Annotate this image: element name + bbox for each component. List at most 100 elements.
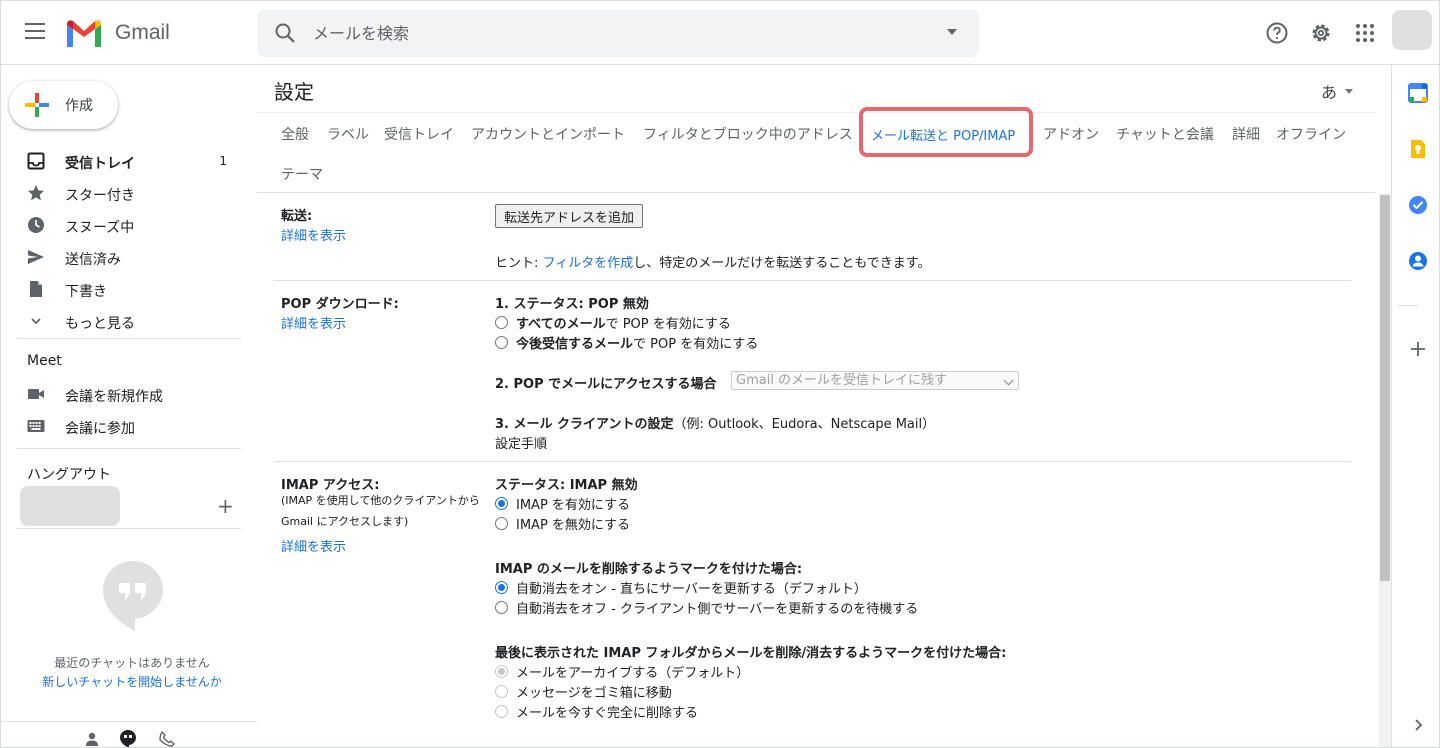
sidebar-item-sent[interactable]: 送信済み — [1, 241, 241, 273]
expunge-off-label[interactable]: 自動消去をオフ - クライアント側でサーバーを更新するのを待機する — [516, 598, 918, 617]
divider — [1398, 305, 1418, 306]
settings-gear-icon[interactable] — [1305, 17, 1337, 49]
divider — [274, 461, 1351, 462]
chat-bubble-icon[interactable] — [120, 730, 136, 748]
add-forwarding-address-button[interactable]: 転送先アドレスを追加 — [495, 204, 644, 228]
tab-addons[interactable]: アドオン — [1043, 124, 1099, 144]
tab-advanced[interactable]: 詳細 — [1232, 124, 1260, 144]
pop-opt1-bold: すべてのメール — [516, 317, 606, 332]
sidebar-item-snoozed[interactable]: スヌーズ中 — [1, 209, 241, 241]
tab-forwarding-pop-imap[interactable]: メール転送と POP/IMAP — [871, 125, 1015, 144]
chevron-down-icon — [1003, 375, 1014, 386]
pop-new-mail-radio[interactable] — [495, 336, 508, 349]
imap-last-folder-title: 最後に表示された IMAP フォルダからメールを削除/消去するようマークを付けた… — [495, 646, 1007, 661]
search-input[interactable] — [313, 21, 873, 45]
person-icon[interactable] — [85, 732, 99, 746]
gmail-logo[interactable]: Gmail — [65, 17, 170, 49]
delete-forever-label[interactable]: メールを今すぐ完全に削除する — [516, 702, 698, 721]
left-sidebar: 作成 受信トレイ 1 スター付き スヌーズ中 送信済み 下書き もっと見る Me — [1, 65, 257, 748]
calendar-icon[interactable] — [1408, 83, 1428, 103]
expunge-on-label[interactable]: 自動消去をオン - 直ちにサーバーを更新する（デフォルト） — [516, 578, 867, 597]
divider — [257, 112, 1375, 113]
imap-enable-radio[interactable] — [495, 497, 508, 510]
gmail-window: Gmail 作成 — [0, 0, 1440, 748]
tab-general[interactable]: 全般 — [281, 124, 309, 144]
archive-label[interactable]: メールをアーカイブする（デフォルト） — [516, 662, 749, 681]
chevron-right-icon[interactable] — [1408, 715, 1428, 735]
contacts-icon[interactable] — [1408, 251, 1428, 271]
pop-opt2-rest: で POP を有効にする — [633, 337, 759, 352]
no-recent-chats: 最近のチャットはありません — [54, 656, 210, 670]
divider — [17, 448, 241, 449]
delete-forever-radio[interactable] — [495, 705, 508, 718]
meet-join[interactable]: 会議に参加 — [1, 410, 241, 442]
start-chat-link[interactable]: 新しいチャットを開始しませんか — [1, 673, 263, 690]
gmail-m-icon — [67, 20, 101, 47]
sidebar-item-label: 会議を新規作成 — [65, 389, 163, 405]
phone-icon[interactable] — [159, 731, 175, 747]
divider — [17, 338, 241, 339]
tab-inbox[interactable]: 受信トレイ — [384, 124, 454, 144]
search-bar[interactable] — [257, 9, 979, 57]
hint-suffix: し、特定のメールだけを転送することもできます。 — [633, 256, 931, 271]
settings-content: 転送: 詳細を表示 転送先アドレスを追加 ヒント: フィルタを作成し、特定のメー… — [257, 193, 1375, 747]
tab-themes[interactable]: テーマ — [281, 164, 323, 184]
draft-file-icon — [30, 281, 42, 297]
hangouts-user-pill[interactable] — [20, 486, 120, 526]
help-icon[interactable] — [1261, 17, 1293, 49]
add-addon-icon[interactable] — [1408, 339, 1428, 359]
archive-radio[interactable] — [495, 665, 508, 678]
clock-icon — [28, 217, 44, 233]
hint-prefix: ヒント: — [495, 256, 543, 271]
forwarding-details-link[interactable]: 詳細を表示 — [281, 225, 346, 244]
sidebar-item-starred[interactable]: スター付き — [1, 177, 241, 209]
forwarding-hint: ヒント: フィルタを作成し、特定のメールだけを転送することもできます。 — [495, 252, 930, 271]
account-avatar[interactable] — [1392, 10, 1432, 50]
compose-button[interactable]: 作成 — [9, 81, 118, 129]
sidebar-item-drafts[interactable]: 下書き — [1, 273, 241, 305]
scrollbar-thumb[interactable] — [1380, 195, 1390, 581]
divider — [274, 280, 1351, 281]
sidebar-item-more[interactable]: もっと見る — [1, 305, 241, 337]
tab-accounts-import[interactable]: アカウントとインポート — [471, 124, 625, 144]
sidebar-item-label: 受信トレイ — [65, 156, 135, 172]
add-chat-icon[interactable]: + — [217, 496, 234, 516]
compose-label: 作成 — [65, 98, 93, 114]
tab-labels[interactable]: ラベル — [327, 124, 369, 144]
sidebar-item-label: 送信済み — [65, 252, 121, 268]
search-options-icon[interactable] — [947, 29, 957, 35]
expunge-off-radio[interactable] — [495, 601, 508, 614]
sidebar-item-inbox[interactable]: 受信トレイ 1 — [1, 145, 241, 177]
divider — [17, 528, 241, 529]
pop-opt1-rest: で POP を有効にする — [605, 317, 731, 332]
tab-chat-meet[interactable]: チャットと会議 — [1116, 124, 1214, 144]
apps-grid-icon[interactable] — [1349, 17, 1381, 49]
keep-icon[interactable] — [1408, 139, 1428, 159]
tasks-icon[interactable] — [1408, 195, 1428, 215]
tab-offline[interactable]: オフライン — [1276, 124, 1346, 144]
tab-filters-blocked[interactable]: フィルタとブロック中のアドレス — [643, 124, 853, 144]
main-menu-icon[interactable] — [25, 23, 47, 43]
input-language-button[interactable]: あ — [1321, 79, 1354, 103]
send-icon — [28, 250, 44, 264]
pop-all-mail-radio[interactable] — [495, 316, 508, 329]
pop-all-mail-label[interactable]: すべてのメールで POP を有効にする — [516, 313, 731, 332]
imap-delete-title: IMAP のメールを削除するようマークを付けた場合: — [495, 562, 803, 577]
imap-disable-label[interactable]: IMAP を無効にする — [516, 514, 630, 533]
language-label: あ — [1321, 83, 1338, 102]
imap-enable-label[interactable]: IMAP を有効にする — [516, 494, 630, 513]
pop-new-mail-label[interactable]: 今後受信するメールで POP を有効にする — [516, 333, 758, 352]
expunge-on-radio[interactable] — [495, 581, 508, 594]
imap-details-link[interactable]: 詳細を表示 — [281, 536, 346, 555]
trash-radio[interactable] — [495, 685, 508, 698]
pop-details-link[interactable]: 詳細を表示 — [281, 313, 346, 332]
meet-new-meeting[interactable]: 会議を新規作成 — [1, 378, 241, 410]
video-camera-icon — [28, 389, 44, 399]
pop-client-rest: （例: Outlook、Eudora、Netscape Mail） — [673, 417, 936, 432]
pop-action-select[interactable]: Gmail のメールを受信トレイに残す — [731, 371, 1019, 390]
search-icon[interactable] — [273, 21, 297, 45]
imap-disable-radio[interactable] — [495, 517, 508, 530]
pop-setup-link[interactable]: 設定手順 — [495, 433, 547, 452]
trash-label[interactable]: メッセージをゴミ箱に移動 — [516, 682, 672, 701]
create-filter-link[interactable]: フィルタを作成 — [543, 256, 634, 271]
